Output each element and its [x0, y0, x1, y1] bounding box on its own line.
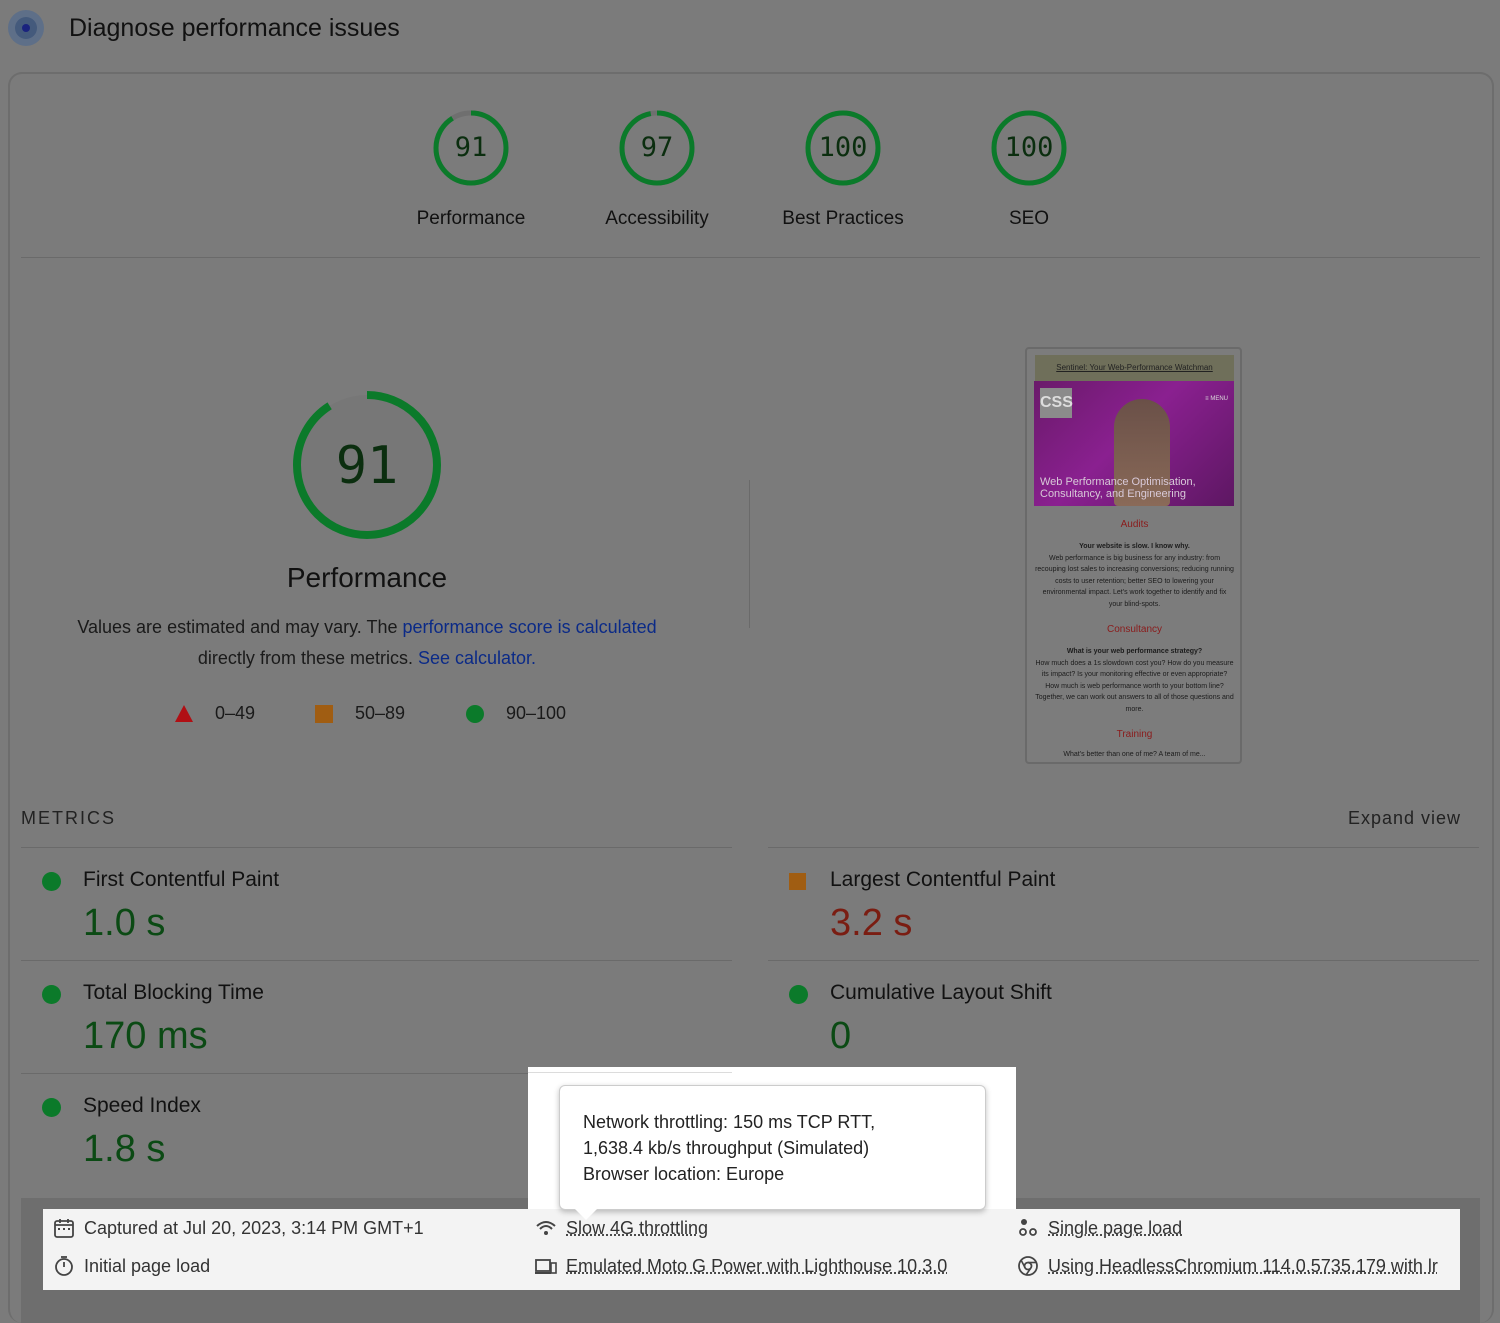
- section-consultancy: Consultancy: [1106, 624, 1163, 635]
- section-body: What's better than one of me? A team of …: [1063, 751, 1206, 758]
- metric-name: Speed Index: [83, 1094, 201, 1117]
- throttling-link[interactable]: Slow 4G throttling: [566, 1218, 708, 1239]
- network-signal-icon: [536, 1221, 556, 1235]
- captured-at: Captured at Jul 20, 2023, 3:14 PM GMT+1: [53, 1217, 424, 1239]
- section-body-text: Web performance is big business for any …: [1035, 554, 1234, 608]
- gauge-score: 97: [640, 132, 674, 163]
- page-title: Diagnose performance issues: [69, 14, 400, 42]
- legend-fail-label: 0–49: [215, 703, 256, 723]
- gauge-score: 100: [1004, 132, 1054, 163]
- metrics-heading: METRICS: [21, 808, 116, 828]
- gauge-accessibility[interactable]: 97 Accessibility: [582, 108, 732, 230]
- browser-info[interactable]: Using HeadlessChromium 114.0.5735.179 wi…: [1017, 1255, 1453, 1277]
- screenshot-heading: Sentinel: Your Web-Performance Watchman: [1035, 355, 1234, 383]
- legend-pass-label: 90–100: [506, 703, 567, 723]
- performance-title: Performance: [286, 562, 448, 593]
- lighthouse-icon: [8, 10, 44, 46]
- metric-name: Cumulative Layout Shift: [830, 981, 1052, 1004]
- legend-average-label: 50–89: [355, 703, 406, 723]
- score-calculated-link[interactable]: performance score is calculated: [403, 617, 657, 637]
- single-page-link[interactable]: Single page load: [1048, 1218, 1182, 1239]
- gauge-score: 91: [454, 132, 488, 163]
- site-logo: CSS: [1040, 388, 1073, 418]
- tooltip-line: Browser location: Europe: [583, 1164, 785, 1184]
- legend-pass: 90–100: [466, 703, 566, 724]
- gauge-seo[interactable]: 100 SEO: [954, 108, 1104, 230]
- legend-fail: 0–49: [175, 703, 255, 724]
- initial-load-text: Initial page load: [84, 1255, 211, 1276]
- metric-fcp: First Contentful Paint 1.0 s: [21, 847, 732, 960]
- device-info[interactable]: Emulated Moto G Power with Lighthouse 10…: [535, 1255, 947, 1277]
- session-icon: [1019, 1219, 1037, 1236]
- see-calculator-link[interactable]: See calculator.: [418, 648, 536, 668]
- divider: [528, 1072, 732, 1073]
- desc-text: directly from these metrics.: [197, 648, 418, 668]
- metric-value: 1.8 s: [83, 1128, 166, 1170]
- throttling-info[interactable]: Slow 4G throttling: [535, 1217, 708, 1239]
- hero-text: Web Performance Optimisation, Consultanc…: [1040, 476, 1196, 500]
- score-legend: 0–49 50–89 90–100: [170, 703, 590, 727]
- top-bar: Diagnose performance issues: [0, 0, 1500, 60]
- section-audits: Audits: [1120, 519, 1149, 530]
- single-page-load[interactable]: Single page load: [1017, 1217, 1182, 1239]
- pass-circle-icon: [42, 872, 61, 891]
- metric-tbt: Total Blocking Time 170 ms: [21, 960, 732, 1073]
- chrome-icon: [1018, 1256, 1038, 1276]
- metric-name: Largest Contentful Paint: [830, 868, 1056, 891]
- tooltip-line: Network throttling: 150 ms TCP RTT,: [583, 1112, 876, 1132]
- timer-icon: [55, 1256, 73, 1276]
- performance-description: Values are estimated and may vary. The p…: [40, 612, 694, 674]
- gauge-label: Performance: [416, 208, 526, 229]
- legend-average: 50–89: [315, 703, 405, 724]
- device-link[interactable]: Emulated Moto G Power with Lighthouse 10…: [566, 1256, 947, 1277]
- average-square-icon: [789, 873, 806, 890]
- fail-triangle-icon: [175, 705, 193, 722]
- section-body-bold: Your website is slow. I know why.: [1079, 543, 1190, 550]
- menu-label: ≡ MENU: [1205, 396, 1228, 402]
- pass-circle-icon: [466, 704, 484, 723]
- section-training: Training: [1116, 729, 1153, 740]
- metric-value: 170 ms: [83, 1015, 208, 1057]
- screenshot-hero: CSS ≡ MENU Web Performance Optimisation,…: [1034, 381, 1234, 506]
- metric-name: First Contentful Paint: [83, 868, 280, 891]
- browser-link[interactable]: Using HeadlessChromium 114.0.5735.179 wi…: [1048, 1256, 1438, 1277]
- section-body: Your website is slow. I know why. Web pe…: [1035, 541, 1234, 610]
- expand-view-button[interactable]: Expand view: [1348, 808, 1461, 829]
- calendar-icon: [54, 1219, 74, 1238]
- final-screenshot[interactable]: Sentinel: Your Web-Performance Watchman …: [1025, 347, 1242, 764]
- metric-cls: Cumulative Layout Shift 0: [768, 960, 1479, 1073]
- pass-circle-icon: [789, 985, 808, 1004]
- section-body: What is your web performance strategy? H…: [1035, 646, 1234, 715]
- tooltip-line: 1,638.4 kb/s throughput (Simulated): [583, 1138, 870, 1158]
- vertical-divider: [749, 480, 750, 628]
- metric-value: 1.0 s: [83, 902, 166, 944]
- section-body-text: How much does a 1s slowdown cost you? Ho…: [1035, 659, 1234, 713]
- gauge-label: Accessibility: [605, 208, 709, 229]
- gauge-label: Best Practices: [782, 208, 904, 229]
- divider: [21, 257, 1480, 258]
- captured-text: Captured at Jul 20, 2023, 3:14 PM GMT+1: [84, 1217, 424, 1238]
- metric-name: Total Blocking Time: [83, 981, 264, 1004]
- gauge-best-practices[interactable]: 100 Best Practices: [768, 108, 918, 230]
- pass-circle-icon: [42, 985, 61, 1004]
- devices-icon: [535, 1259, 557, 1274]
- tooltip-arrow: [575, 1209, 597, 1220]
- metric-lcp: Largest Contentful Paint 3.2 s: [768, 847, 1479, 960]
- gauge-score: 100: [818, 132, 868, 163]
- pass-circle-icon: [42, 1098, 61, 1117]
- category-gauges: 91 Performance 97 Accessibility 100 Best…: [0, 108, 1500, 238]
- performance-score: 91: [335, 436, 399, 496]
- gauge-performance[interactable]: 91 Performance: [396, 108, 546, 230]
- gauge-label: SEO: [1008, 208, 1050, 229]
- initial-page-load: Initial page load: [53, 1255, 210, 1277]
- average-square-icon: [315, 704, 333, 723]
- section-body-bold: What is your web performance strategy?: [1066, 648, 1203, 655]
- desc-text: Values are estimated and may vary. The: [77, 617, 403, 637]
- metric-value: 3.2 s: [830, 902, 913, 944]
- throttling-tooltip: Network throttling: 150 ms TCP RTT, 1,63…: [559, 1085, 986, 1210]
- metric-value: 0: [830, 1015, 852, 1057]
